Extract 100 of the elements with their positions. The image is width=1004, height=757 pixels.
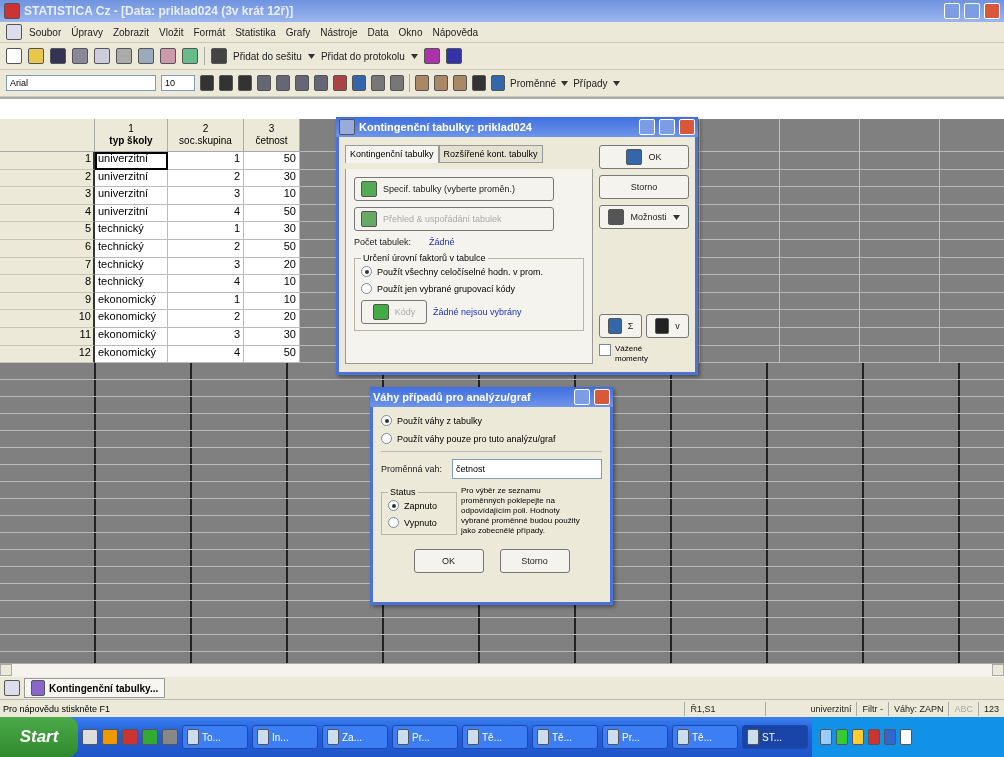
table-cell: univerzitní [95,152,168,170]
taskbar-button[interactable]: Tě... [462,725,528,749]
format-icon[interactable] [453,75,467,91]
format-icon[interactable] [415,75,429,91]
menu-item[interactable]: Grafy [282,26,314,38]
add-to-report-button[interactable]: Přidat do protokolu [320,50,405,62]
menu-item[interactable]: Okno [395,26,426,38]
tray-icon[interactable] [820,729,832,745]
specify-tables-button[interactable]: Specif. tabulky (vyberte proměn.) [354,177,554,201]
taskbar-button[interactable]: Tě... [672,725,738,749]
dialog-tab[interactable]: Kontingenční tabulky [345,145,439,163]
radio-option[interactable]: Použít jen vybrané grupovací kódy [361,283,577,294]
toolbar-icon[interactable] [94,48,110,64]
help-button[interactable] [574,389,590,405]
menu-item[interactable]: Zobrazit [109,26,153,38]
scroll-right-button[interactable] [992,664,1004,676]
options-button[interactable]: Možnosti [599,205,689,229]
radio-option[interactable]: Použít váhy z tabulky [381,415,602,426]
toolbar-icon[interactable] [138,48,154,64]
tray-icon[interactable] [900,729,912,745]
menu-item[interactable]: Nápověda [429,26,482,38]
radio-option[interactable]: Použít váhy pouze pro tuto analýzu/graf [381,433,602,444]
row-header[interactable]: 5 [0,222,95,240]
format-icon[interactable] [200,75,214,91]
cases-button[interactable]: Případy [573,77,608,89]
row-header[interactable]: 1 [0,152,95,170]
minimize-button[interactable] [944,3,960,19]
cancel-button[interactable]: Storno [499,549,570,573]
taskbar-button[interactable]: To... [182,725,248,749]
radio-option[interactable]: Vypnuto [388,517,450,528]
variables-button[interactable]: Proměnné [510,77,557,89]
menu-item[interactable]: Úpravy [68,26,106,38]
row-header[interactable]: 8 [0,275,95,293]
toolbar-icon[interactable] [28,48,44,64]
format-icon[interactable] [219,75,233,91]
ok-button[interactable]: OK [413,549,484,573]
format-icon[interactable] [257,75,271,91]
dialog-tab[interactable]: Rozšířené kont. tabulky [438,145,543,163]
toolbar-icon[interactable] [182,48,198,64]
table-cell: ekonomický [95,310,168,328]
weights-button[interactable]: v [646,314,689,338]
format-icon[interactable] [371,75,385,91]
menu-item[interactable]: Nástroje [317,26,361,38]
close-button[interactable] [984,3,1000,19]
minimize-button[interactable] [659,119,675,135]
taskbar-button[interactable]: Pr... [602,725,668,749]
close-button[interactable] [594,389,610,405]
format-icon[interactable] [472,75,486,91]
toolbar-icon[interactable] [6,48,22,64]
format-icon[interactable] [276,75,290,91]
menu-item[interactable]: Data [364,26,392,38]
help-button[interactable] [639,119,655,135]
row-header[interactable]: 3 [0,187,95,205]
cancel-button[interactable]: Storno [599,175,689,199]
format-icon[interactable] [390,75,404,91]
close-button[interactable] [679,119,695,135]
menu-item[interactable]: Vložit [156,26,187,38]
menu-item[interactable]: Soubor [26,26,65,38]
maximize-button[interactable] [964,3,980,19]
weight-variable-field[interactable]: četnost [452,459,602,479]
weighted-moments-checkbox[interactable]: Vážené momenty [599,344,659,364]
start-button[interactable]: Start [0,717,78,757]
radio-option[interactable]: Použít všechny celočíselné hodn. v prom. [361,266,577,277]
taskbar-button[interactable]: In... [252,725,318,749]
taskbar-button[interactable]: Tě... [532,725,598,749]
toolbar-icon[interactable] [160,48,176,64]
menu-item[interactable]: Formát [190,26,229,38]
quick-launch-icon[interactable] [82,729,98,745]
toolbar-icon[interactable] [116,48,132,64]
menu-item[interactable]: Statistika [232,26,279,38]
radio-option[interactable]: Zapnuto [388,500,450,511]
font-field[interactable]: Arial [6,75,156,91]
scroll-left-button[interactable] [0,664,12,676]
taskbar-button[interactable]: Pr... [392,725,458,749]
ok-button[interactable]: OK [599,145,689,169]
tray-icon[interactable] [836,729,848,745]
add-to-workbook-button[interactable]: Přidat do sešitu [233,50,302,62]
taskbar-button[interactable]: Za... [322,725,388,749]
format-icon[interactable] [491,75,505,91]
column-header[interactable]: 2 soc.skupina [168,119,244,152]
row-header[interactable]: 10 [0,310,95,328]
toolbar-icon[interactable] [423,48,440,64]
codes-link[interactable]: Žádné nejsou vybrány [433,307,522,317]
column-header[interactable]: 1 typ školy [95,119,168,152]
format-icon[interactable] [295,75,309,91]
corner-cell[interactable] [0,119,95,152]
format-icon[interactable] [238,75,252,91]
tray-icon[interactable] [852,729,864,745]
table-cell: 10 [244,187,300,205]
workbook-tab[interactable]: Kontingenční tabulky... [24,678,166,698]
font-size-field[interactable]: 10 [161,75,195,91]
quick-launch-icon[interactable] [142,729,158,745]
column-header[interactable]: 3 četnost [244,119,300,152]
quick-launch-icon[interactable] [102,729,118,745]
summary-button[interactable]: Σ [599,314,642,338]
format-icon[interactable] [333,75,347,91]
format-icon[interactable] [352,75,366,91]
format-icon[interactable] [434,75,448,91]
format-icon[interactable] [314,75,328,91]
taskbar-button[interactable]: ST... [742,725,808,749]
